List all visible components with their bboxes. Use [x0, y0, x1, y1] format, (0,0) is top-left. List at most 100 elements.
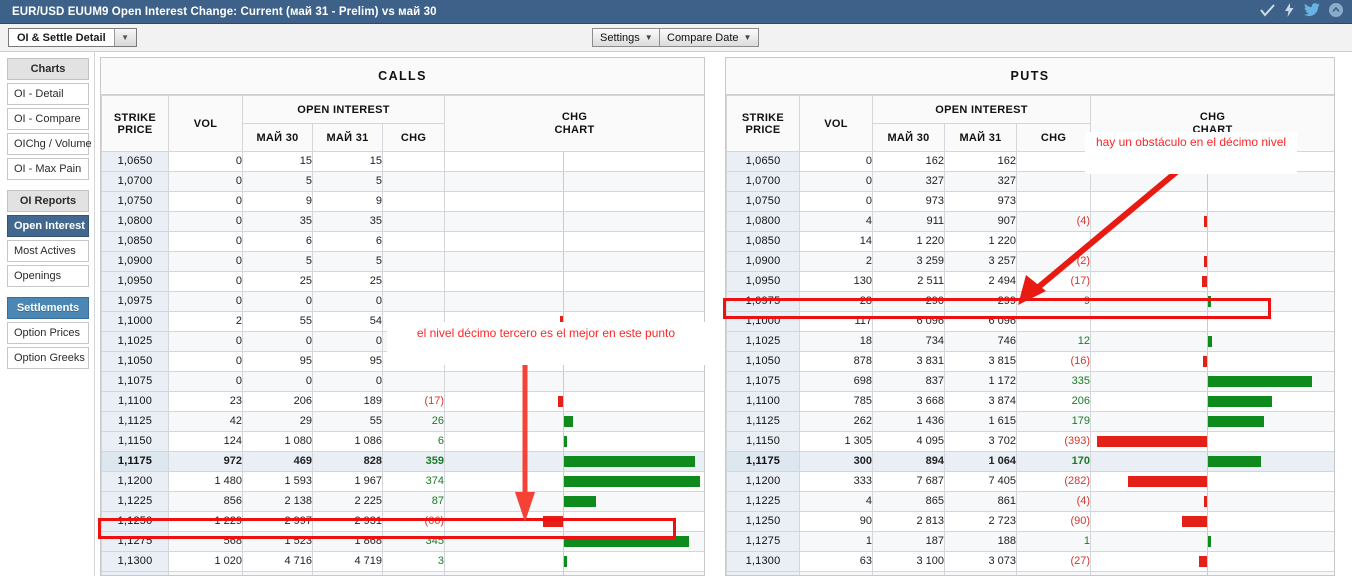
- table-row[interactable]: 1,0800 0 35 35: [101, 211, 704, 232]
- chg-bar: [564, 556, 568, 567]
- cell-vol: 333: [799, 471, 873, 492]
- view-select[interactable]: OI & Settle Detail ▼: [8, 28, 137, 47]
- chart-zero-line: [563, 512, 565, 531]
- chg-bar: [558, 396, 564, 407]
- table-row[interactable]: 1,0975 0 0 0: [101, 291, 704, 312]
- sidebar-item-oi-compare[interactable]: OI - Compare: [7, 108, 89, 130]
- table-row[interactable]: 1,1150 124 1 080 1 086 6: [101, 431, 704, 452]
- table-row[interactable]: 1,0950 0 25 25: [101, 271, 704, 292]
- table-row[interactable]: 1,1000 2 55 54: [101, 311, 704, 332]
- table-row[interactable]: 1,1100 785 3 668 3 874 206: [726, 391, 1334, 412]
- cell-oi-prev: 2 997: [242, 511, 313, 532]
- cell-chg-chart: [444, 531, 704, 552]
- cell-chg: [381, 211, 446, 232]
- cell-strike-price: 1,1150: [726, 431, 800, 452]
- table-row[interactable]: 1,0750 0 973 973: [726, 191, 1334, 212]
- table-row[interactable]: 1,1250 90 2 813 2 723 (90): [726, 511, 1334, 532]
- table-row[interactable]: 1,1025 18 734 746 12: [726, 331, 1334, 352]
- col-chg[interactable]: CHG: [1015, 123, 1092, 152]
- table-row[interactable]: 1,1300 1 020 4 716 4 719 3: [101, 551, 704, 572]
- cell-vol: 262: [799, 411, 873, 432]
- collapse-icon[interactable]: [1329, 3, 1343, 20]
- cell-chg: (393): [1015, 431, 1092, 452]
- col-vol[interactable]: VOL: [168, 95, 243, 152]
- chg-bar: [564, 456, 696, 467]
- table-row[interactable]: 1,132525069291222: [726, 571, 1334, 575]
- chart-zero-line: [563, 392, 565, 411]
- table-row[interactable]: 1,13255412 8892 91425: [101, 571, 704, 575]
- table-row[interactable]: 1,1050 878 3 831 3 815 (16): [726, 351, 1334, 372]
- sidebar-item-oi-detail[interactable]: OI - Detail: [7, 83, 89, 105]
- table-row[interactable]: 1,0850 14 1 220 1 220: [726, 231, 1334, 252]
- table-row[interactable]: 1,0700 0 5 5: [101, 171, 704, 192]
- check-icon[interactable]: [1260, 3, 1275, 20]
- cell-vol: 1 229: [168, 511, 243, 532]
- sidebar-item-oichg-volume[interactable]: OIChg / Volume: [7, 133, 92, 155]
- table-row[interactable]: 1,0650 0 162 162: [726, 151, 1334, 172]
- col-vol[interactable]: VOL: [799, 95, 873, 152]
- table-row[interactable]: 1,0975 28 290 299 9: [726, 291, 1334, 312]
- calls-table-body: 1,0650 0 15 15 1,0700 0 5 5 1,0750 0 9 9 1,0800 0 35 35…: [101, 151, 704, 575]
- table-row[interactable]: 1,1125 262 1 436 1 615 179: [726, 411, 1334, 432]
- col-prev-date[interactable]: МАЙ 30: [242, 123, 313, 152]
- settings-button[interactable]: Settings ▼: [592, 28, 661, 47]
- table-row[interactable]: 1,1300 63 3 100 3 073 (27): [726, 551, 1334, 572]
- table-row[interactable]: 1,1150 1 305 4 095 3 702 (393): [726, 431, 1334, 452]
- col-strike-price[interactable]: STRIKE PRICE: [726, 95, 800, 152]
- cell-chg: [1015, 151, 1092, 172]
- table-row[interactable]: 1,0750 0 9 9: [101, 191, 704, 212]
- cell-chg: 6: [381, 431, 446, 452]
- sidebar-item-open-interest[interactable]: Open Interest: [7, 215, 89, 237]
- twitter-icon[interactable]: [1304, 3, 1320, 20]
- col-strike-price[interactable]: STRIKE PRICE: [101, 95, 169, 152]
- table-row[interactable]: 1,1225 856 2 138 2 225 87: [101, 491, 704, 512]
- table-row[interactable]: 1,1125 42 29 55 26: [101, 411, 704, 432]
- table-row[interactable]: 1,0800 4 911 907 (4): [726, 211, 1334, 232]
- sidebar-item-option-greeks[interactable]: Option Greeks: [7, 347, 89, 369]
- col-chg-chart-l1: CHG: [1199, 110, 1226, 123]
- cell-chg-chart: [444, 231, 704, 252]
- cell-strike-price: 1,1250: [726, 511, 800, 532]
- table-row[interactable]: 1,1175 300 894 1 064 170: [726, 451, 1334, 472]
- col-curr-date[interactable]: МАЙ 31: [944, 123, 1017, 152]
- col-strike-l1: STRIKE: [113, 111, 157, 124]
- table-row[interactable]: 1,1275 1 187 188 1: [726, 531, 1334, 552]
- table-row[interactable]: 1,1250 1 229 2 997 2 931 (66): [101, 511, 704, 532]
- table-row[interactable]: 1,1225 4 865 861 (4): [726, 491, 1334, 512]
- lightning-icon[interactable]: [1284, 3, 1295, 20]
- cell-vol: 785: [799, 391, 873, 412]
- sidebar-item-most-actives[interactable]: Most Actives: [7, 240, 89, 262]
- table-row[interactable]: 1,0700 0 327 327: [726, 171, 1334, 192]
- table-row[interactable]: 1,0900 2 3 259 3 257 (2): [726, 251, 1334, 272]
- sidebar-item-openings[interactable]: Openings: [7, 265, 89, 287]
- table-row[interactable]: 1,1075 698 837 1 172 335: [726, 371, 1334, 392]
- table-row[interactable]: 1,1025 0 0 0: [101, 331, 704, 352]
- table-row[interactable]: 1,1200 1 480 1 593 1 967 374: [101, 471, 704, 492]
- table-row[interactable]: 1,1200 333 7 687 7 405 (282): [726, 471, 1334, 492]
- sidebar-item-oi-max-pain[interactable]: OI - Max Pain: [7, 158, 89, 180]
- cell-strike-price: 1,1200: [101, 471, 169, 492]
- chevron-down-icon: ▼: [644, 33, 653, 42]
- cell-oi-prev: 6: [242, 231, 313, 252]
- table-row[interactable]: 1,1000 117 6 096 6 096: [726, 311, 1334, 332]
- table-row[interactable]: 1,0900 0 5 5: [101, 251, 704, 272]
- chart-zero-line: [1207, 352, 1209, 371]
- compare-date-button[interactable]: Compare Date ▼: [659, 28, 760, 47]
- table-row[interactable]: 1,1100 23 206 189 (17): [101, 391, 704, 412]
- table-row[interactable]: 1,1075 0 0 0: [101, 371, 704, 392]
- col-chg[interactable]: CHG: [381, 123, 446, 152]
- cell-oi-prev: 9: [242, 191, 313, 212]
- table-row[interactable]: 1,1050 0 95 95: [101, 351, 704, 372]
- cell-strike-price: 1,0700: [101, 171, 169, 192]
- sidebar-item-option-prices[interactable]: Option Prices: [7, 322, 89, 344]
- cell-strike-price: 1,1025: [726, 331, 800, 352]
- col-curr-date[interactable]: МАЙ 31: [312, 123, 383, 152]
- col-prev-date[interactable]: МАЙ 30: [872, 123, 945, 152]
- table-row[interactable]: 1,0650 0 15 15: [101, 151, 704, 172]
- table-row[interactable]: 1,0850 0 6 6: [101, 231, 704, 252]
- cell-oi-curr: 2 494: [944, 271, 1017, 292]
- cell-oi-curr: 2 931: [312, 511, 383, 532]
- table-row[interactable]: 1,0950 130 2 511 2 494 (17): [726, 271, 1334, 292]
- table-row[interactable]: 1,1175 972 469 828 359: [101, 451, 704, 472]
- table-row[interactable]: 1,1275 568 1 523 1 868 345: [101, 531, 704, 552]
